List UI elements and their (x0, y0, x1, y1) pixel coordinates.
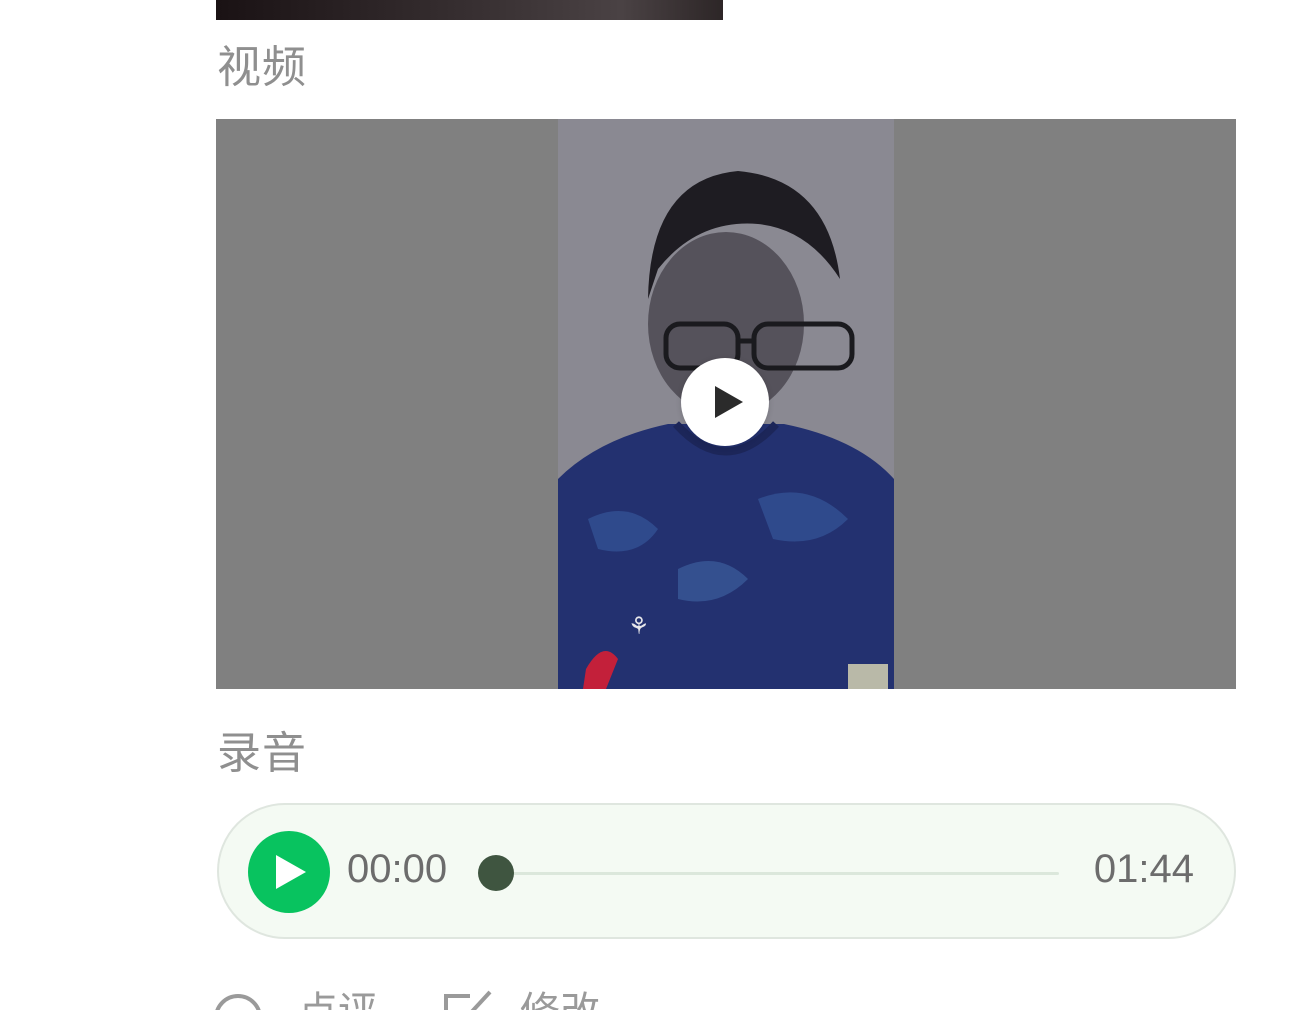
audio-progress-track[interactable] (489, 872, 1059, 875)
post-action-bar: 点评 修改 (0, 990, 1290, 1010)
edit-icon (444, 990, 492, 1010)
edit-label: 修改 (520, 992, 600, 1010)
audio-progress-handle[interactable] (478, 855, 514, 891)
svg-text:⚘: ⚘ (628, 612, 650, 640)
comment-icon (214, 994, 262, 1010)
audio-current-time: 00:00 (347, 847, 448, 891)
play-icon (715, 386, 743, 418)
audio-player: 00:00 01:44 (217, 803, 1236, 939)
comment-label: 点评 (298, 992, 378, 1010)
play-icon (276, 855, 306, 889)
previous-image-thumbnail[interactable] (216, 0, 723, 20)
audio-total-time: 01:44 (1093, 847, 1194, 891)
video-section-title: 视频 (217, 42, 307, 93)
audio-section-title: 录音 (217, 728, 307, 779)
audio-play-button[interactable] (248, 831, 330, 913)
page: 视频 ⚘ 录音 00:00 01:44 (0, 0, 1290, 1010)
video-play-button[interactable] (681, 358, 769, 446)
video-player[interactable]: ⚘ (216, 119, 1236, 689)
